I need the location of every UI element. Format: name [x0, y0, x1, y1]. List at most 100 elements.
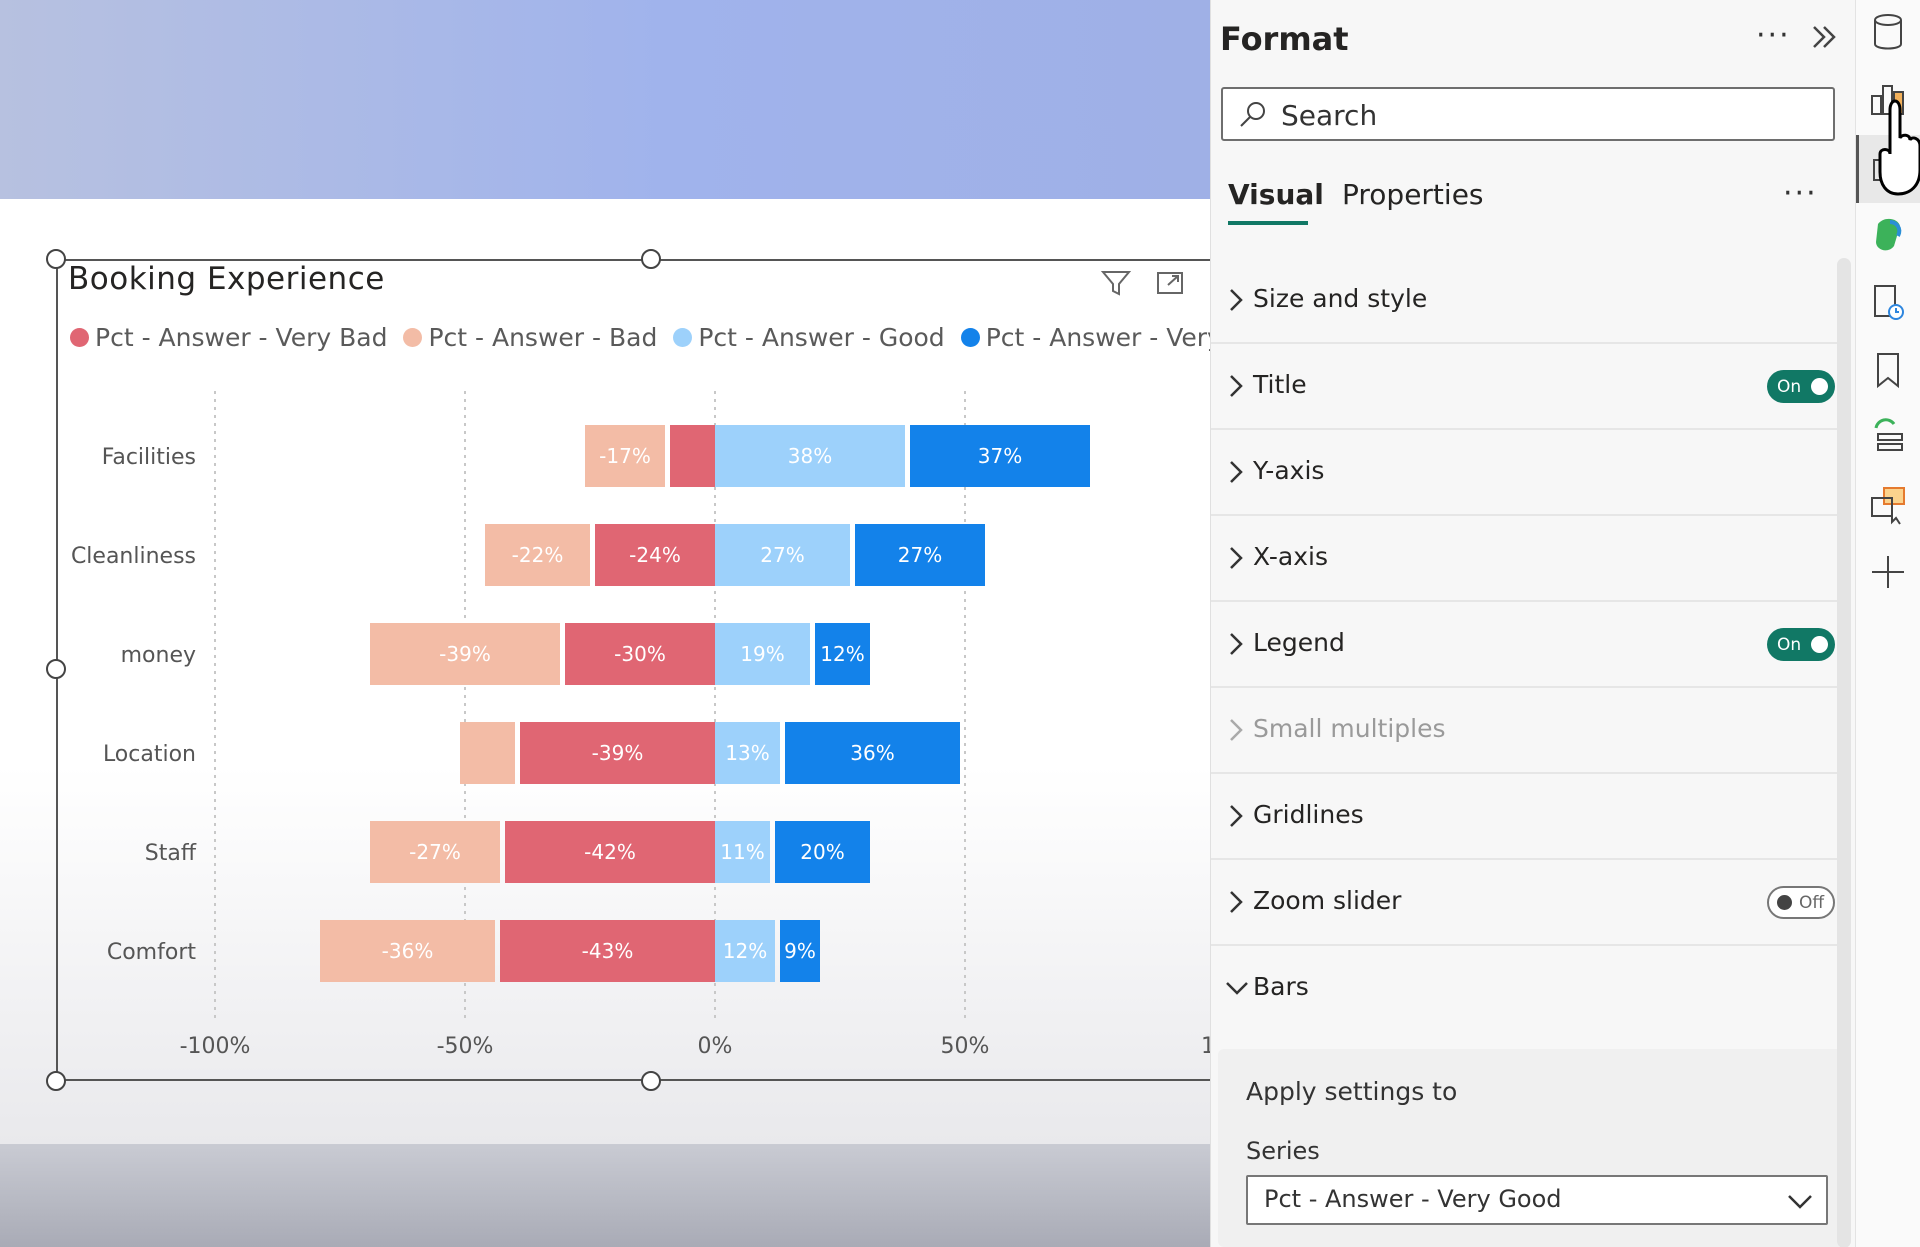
chevron-down-icon	[1788, 1195, 1812, 1209]
chevron-right-icon	[1230, 289, 1243, 311]
chevron-right-icon	[1230, 719, 1243, 741]
y-category-label: Facilities	[102, 445, 196, 470]
filter-icon[interactable]	[1100, 267, 1132, 299]
more-options-button[interactable]: ···	[1756, 18, 1791, 53]
resize-handle-middle-left[interactable]	[46, 659, 66, 679]
copilot-icon[interactable]	[1868, 212, 1908, 256]
bar-data-label: 12%	[723, 939, 767, 963]
section-y-axis[interactable]: Y-axis	[1211, 430, 1841, 516]
bar-data-label: -30%	[614, 642, 666, 666]
section-label: Zoom slider	[1253, 886, 1402, 915]
pane-title: Format	[1220, 20, 1349, 58]
x-tick-label: 50%	[941, 1034, 990, 1059]
chevron-right-icon	[1230, 461, 1243, 483]
section-label: Bars	[1253, 972, 1309, 1001]
x-tick-label: -100%	[180, 1034, 251, 1059]
y-category-label: Staff	[145, 841, 197, 866]
bar-data-label: -17%	[599, 444, 651, 468]
search-input[interactable]	[1281, 97, 1821, 133]
bar-data-label: -43%	[582, 939, 634, 963]
bar-data-label: 9%	[784, 939, 816, 963]
section-label: Legend	[1253, 628, 1345, 657]
section-legend[interactable]: Legend On	[1211, 602, 1841, 688]
bar-data-label: -39%	[439, 642, 491, 666]
legend-dot	[960, 328, 980, 347]
sync-slicers-icon[interactable]	[1868, 414, 1908, 458]
legend-item-very-good[interactable]: Pct - Answer - Very Go.	[960, 323, 1210, 352]
format-sections: Size and style Title On Y-axis X-axis Le…	[1211, 258, 1841, 1032]
resize-handle-bottom-left[interactable]	[46, 1071, 66, 1091]
tab-properties[interactable]: Properties	[1342, 178, 1484, 211]
x-tick-label: 0%	[698, 1034, 733, 1059]
section-bars[interactable]: Bars	[1211, 946, 1841, 1032]
chart-visual[interactable]: -100%-50%0%50%10Facilities-17%38%37%Clea…	[56, 259, 1212, 1081]
selection-pane-icon[interactable]	[1868, 482, 1908, 526]
bar-data-label: 11%	[720, 840, 764, 864]
section-gridlines[interactable]: Gridlines	[1211, 774, 1841, 860]
bar-data-label: 13%	[725, 741, 769, 765]
bar-data-label: -39%	[592, 741, 644, 765]
section-size-and-style[interactable]: Size and style	[1211, 258, 1841, 344]
bar-segment	[460, 722, 515, 784]
pane-scrollbar[interactable]	[1837, 258, 1851, 1247]
resize-handle-top-middle[interactable]	[641, 249, 661, 269]
legend-label: Pct - Answer - Good	[698, 323, 945, 352]
title-toggle[interactable]: On	[1767, 370, 1835, 403]
chart-legend: Pct - Answer - Very Bad Pct - Answer - B…	[70, 323, 1210, 352]
bar-data-label: 19%	[740, 642, 784, 666]
tab-visual[interactable]: Visual	[1228, 178, 1324, 211]
bar-data-label: 38%	[788, 444, 832, 468]
bar-data-label: 27%	[760, 543, 804, 567]
performance-analyzer-icon[interactable]	[1868, 280, 1908, 324]
section-zoom-slider[interactable]: Zoom slider Off	[1211, 860, 1841, 946]
legend-item-good[interactable]: Pct - Answer - Good	[673, 323, 945, 352]
legend-dot	[70, 328, 89, 347]
section-x-axis[interactable]: X-axis	[1211, 516, 1841, 602]
search-icon	[1240, 102, 1265, 127]
series-dropdown[interactable]: Pct - Answer - Very Good	[1246, 1175, 1828, 1225]
series-label: Series	[1246, 1137, 1320, 1165]
toggle-knob	[1811, 636, 1828, 653]
section-title[interactable]: Title On	[1211, 344, 1841, 430]
chart-plot: -100%-50%0%50%10Facilities-17%38%37%Clea…	[71, 391, 1212, 1059]
bar-data-label: -22%	[512, 543, 564, 567]
bar-data-label: 37%	[978, 444, 1022, 468]
apply-settings-label: Apply settings to	[1246, 1077, 1458, 1106]
resize-handle-top-left[interactable]	[46, 249, 66, 269]
zoom-slider-toggle[interactable]: Off	[1767, 886, 1835, 919]
resize-handle-bottom-middle[interactable]	[641, 1071, 661, 1091]
legend-label: Pct - Answer - Very Go.	[985, 323, 1210, 352]
chevron-right-icon	[1230, 805, 1243, 827]
chevron-right-icon	[1230, 633, 1243, 655]
focus-mode-icon[interactable]	[1154, 267, 1186, 299]
canvas-background-top	[0, 0, 1210, 199]
chevron-right-icon	[1230, 375, 1243, 397]
y-category-label: Comfort	[107, 940, 197, 965]
bookmark-icon[interactable]	[1868, 348, 1908, 392]
section-label: Small multiples	[1253, 714, 1446, 743]
toggle-label: On	[1777, 634, 1802, 655]
toggle-knob	[1777, 895, 1792, 910]
chevron-right-icon	[1230, 891, 1243, 913]
data-pane-icon[interactable]	[1868, 10, 1908, 54]
section-label: Gridlines	[1253, 800, 1364, 829]
search-box	[1221, 87, 1835, 141]
bars-settings-card: Apply settings to Series Pct - Answer - …	[1218, 1049, 1846, 1247]
legend-item-very-bad[interactable]: Pct - Answer - Very Bad	[70, 323, 387, 352]
add-pane-icon[interactable]	[1868, 550, 1908, 594]
visual-header-toolbar	[1100, 267, 1186, 299]
bar-segment	[670, 425, 715, 487]
bar-data-label: -27%	[409, 840, 461, 864]
legend-label: Pct - Answer - Very Bad	[95, 323, 388, 352]
legend-item-bad[interactable]: Pct - Answer - Bad	[403, 323, 657, 352]
toggle-label: On	[1777, 376, 1802, 397]
format-pane: Format ··· Visual Properties ··· Size an…	[1210, 0, 1855, 1247]
legend-toggle[interactable]: On	[1767, 628, 1835, 661]
bar-data-label: -24%	[629, 543, 681, 567]
bar-data-label: 36%	[850, 741, 894, 765]
collapse-pane-icon[interactable]	[1807, 20, 1841, 54]
y-category-label: Location	[103, 742, 196, 767]
tabs-more-button[interactable]: ···	[1783, 176, 1818, 211]
canvas-background-bottom	[0, 1144, 1210, 1247]
chevron-right-icon	[1230, 547, 1243, 569]
